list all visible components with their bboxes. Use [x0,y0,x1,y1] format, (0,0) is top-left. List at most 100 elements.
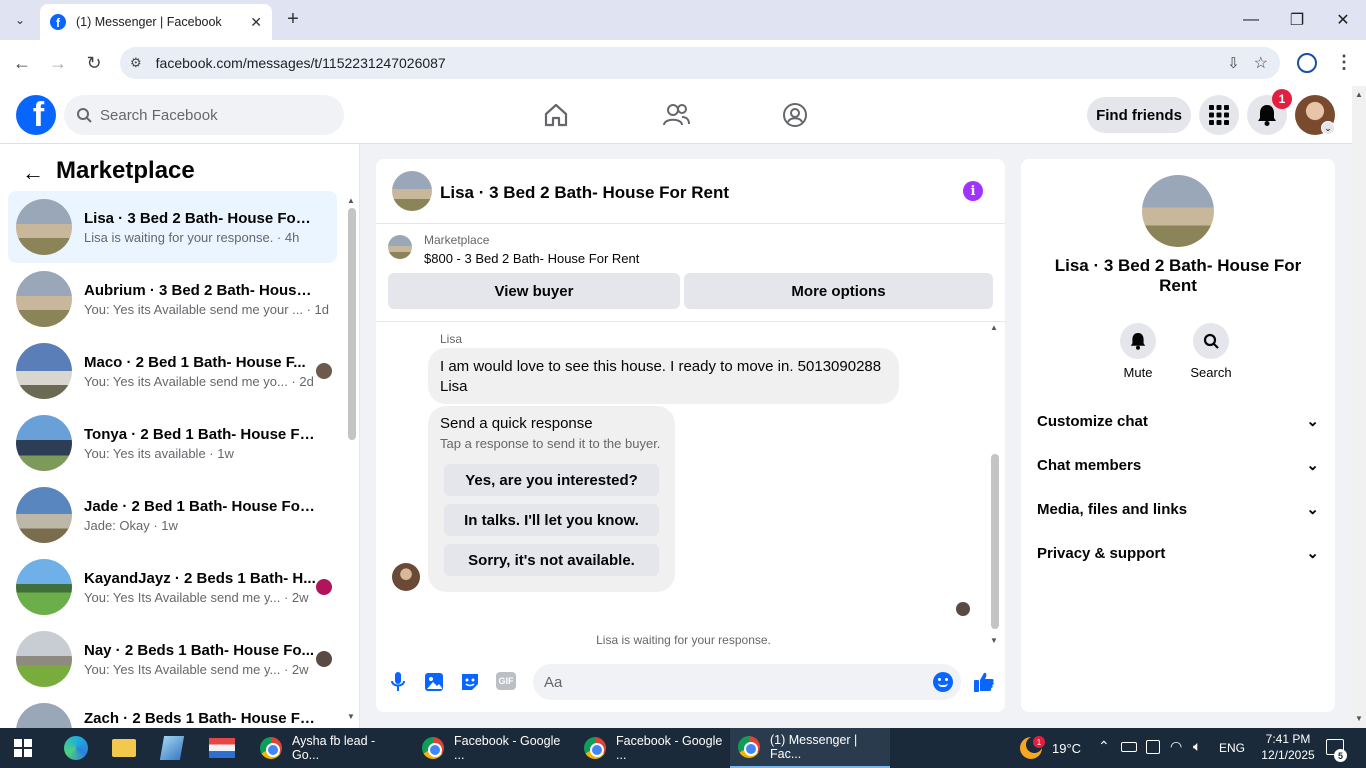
forward-button[interactable]: → [45,50,71,76]
address-bar[interactable]: ⚙ facebook.com/messages/t/11522312470260… [120,47,1280,79]
profile-icon[interactable] [1297,53,1317,73]
browser-menu-icon[interactable]: ⋮ [1335,52,1353,73]
chat-avatar[interactable] [392,171,432,211]
photo-icon[interactable] [424,672,444,692]
edge-icon[interactable] [64,736,88,760]
taskbar-item-active[interactable]: (1) Messenger | Fac... [730,728,890,768]
privacy-support-section[interactable]: Privacy & support ⌄ [1037,535,1319,571]
bell-icon [1258,105,1276,126]
windows-start-icon[interactable] [14,739,32,757]
conversation-item[interactable]: Tonya · 2 Bed 1 Bath- House For ... You: … [8,407,337,479]
more-options-button[interactable]: More options [684,273,993,309]
listing-thumbnail[interactable] [388,235,412,259]
taskbar-item[interactable]: Facebook - Google ... [414,728,566,768]
microphone-icon[interactable] [391,672,405,692]
conversation-item[interactable]: Nay · 2 Beds 1 Bath- House Fo... You: Yes… [8,623,337,695]
emoji-icon[interactable] [933,672,953,692]
language-indicator[interactable]: ENG [1219,741,1245,755]
menu-button[interactable] [1199,95,1239,135]
listing-title[interactable]: $800 - 3 Bed 2 Bath- House For Rent [424,251,639,266]
gif-icon[interactable]: GIF [496,672,516,690]
chat-scroll-down-icon[interactable]: ▼ [990,636,998,645]
chevron-up-icon[interactable]: ⌃ [1098,738,1110,755]
message-bubble[interactable]: I am would love to see this house. I rea… [428,348,899,404]
restore-button[interactable]: ❐ [1274,0,1320,40]
search-label: Search [1190,365,1232,380]
weather-badge: 1 [1033,736,1045,748]
sidebar-scrollbar[interactable] [348,208,356,440]
facebook-logo-icon[interactable]: f [16,95,56,135]
chat-scroll-up-icon[interactable]: ▲ [990,323,998,332]
house-thumbnail [16,703,72,728]
scroll-down-arrow-icon[interactable]: ▼ [1355,714,1363,723]
home-icon[interactable] [543,102,569,128]
bookmark-star-icon[interactable]: ☆ [1254,53,1268,73]
site-settings-icon[interactable]: ⚙ [130,55,142,71]
volume-icon[interactable]: 🔈︎ [1193,738,1201,755]
chat-title[interactable]: Lisa · 3 Bed 2 Bath- House For Rent [440,183,729,203]
house-thumbnail [16,631,72,687]
taskbar-item-label: Aysha fb lead - Go... [292,734,376,762]
conversation-item[interactable]: KayandJayz · 2 Beds 1 Bath- H... You: Yes… [8,551,337,623]
conversation-title: Aubrium · 3 Bed 2 Bath- House ... [84,281,316,299]
friends-icon[interactable] [662,102,690,128]
conversation-item[interactable]: Lisa · 3 Bed 2 Bath- House For R... Lisa … [8,191,337,263]
conversation-title: Nay · 2 Beds 1 Bath- House Fo... [84,641,315,659]
reload-button[interactable]: ↻ [81,50,107,76]
mute-button[interactable] [1120,323,1156,359]
url-text: facebook.com/messages/t/1152231247026087 [155,55,446,71]
device-icon[interactable] [1146,740,1160,754]
minimize-button[interactable]: — [1228,0,1274,40]
customize-chat-section[interactable]: Customize chat ⌄ [1037,403,1319,439]
app-icon[interactable] [209,738,235,758]
quick-reply-button[interactable]: Sorry, it's not available. [444,544,659,576]
browser-tab-active[interactable]: f (1) Messenger | Facebook ✕ [40,4,272,40]
clock[interactable]: 7:41 PM 12/1/2025 [1256,731,1320,763]
message-input[interactable]: Aa [533,664,961,700]
thumbs-up-icon[interactable] [973,671,995,693]
tab-search-button[interactable]: ⌄ [8,8,32,32]
conversation-item[interactable]: Zach · 2 Beds 1 Bath- House For ... [8,695,337,728]
view-buyer-button[interactable]: View buyer [388,273,680,309]
conversation-item[interactable]: Maco · 2 Bed 1 Bath- House F... You: Yes … [8,335,337,407]
back-arrow-icon[interactable]: ← [22,160,44,186]
chat-members-section[interactable]: Chat members ⌄ [1037,447,1319,483]
page-scrollbar[interactable] [1352,86,1366,728]
notification-badge: 1 [1272,89,1292,109]
notepad-icon[interactable] [159,736,185,760]
close-window-button[interactable]: ✕ [1320,0,1366,40]
scroll-up-arrow-icon[interactable]: ▲ [1355,90,1363,99]
media-files-links-section[interactable]: Media, files and links ⌄ [1037,491,1319,527]
tab-title: (1) Messenger | Facebook [76,15,222,29]
quick-reply-button[interactable]: Yes, are you interested? [444,464,659,496]
search-conversation-button[interactable] [1193,323,1229,359]
find-friends-button[interactable]: Find friends [1087,97,1191,133]
file-explorer-icon[interactable] [112,739,136,757]
battery-icon[interactable] [1121,742,1137,752]
taskbar-item[interactable]: Facebook - Google ... [576,728,728,768]
quick-response-subtitle: Tap a response to send it to the buyer. [440,436,661,451]
groups-icon[interactable] [782,102,808,128]
facebook-search-input[interactable]: Search Facebook [64,95,344,135]
wifi-icon[interactable]: ◠ [1170,738,1182,755]
chat-panel: Lisa · 3 Bed 2 Bath- House For Rent i Ma… [376,159,1005,712]
conversation-item[interactable]: Aubrium · 3 Bed 2 Bath- House ... You: Ye… [8,263,337,335]
conversation-item[interactable]: Jade · 2 Bed 1 Bath- House For R... Jade:… [8,479,337,551]
facebook-favicon-icon: f [50,14,66,30]
sidebar-scroll-down-icon[interactable]: ▼ [347,712,355,721]
new-tab-button[interactable]: + [283,8,303,32]
info-avatar[interactable] [1142,175,1214,247]
sender-name: Lisa [440,332,463,346]
quick-response-card: Send a quick response Tap a response to … [428,406,675,592]
tab-close-icon[interactable]: ✕ [250,14,262,31]
taskbar-item[interactable]: Aysha fb lead - Go... [252,728,404,768]
back-button[interactable]: ← [9,50,35,76]
sticker-icon[interactable] [460,672,480,692]
info-icon[interactable]: i [963,181,983,201]
sender-avatar[interactable] [392,563,420,591]
weather-temperature[interactable]: 19°C [1052,741,1081,756]
install-app-icon[interactable]: ⇩ [1227,54,1240,72]
quick-reply-button[interactable]: In talks. I'll let you know. [444,504,659,536]
sidebar-scroll-up-icon[interactable]: ▲ [347,196,355,205]
chat-scrollbar[interactable] [991,454,999,629]
